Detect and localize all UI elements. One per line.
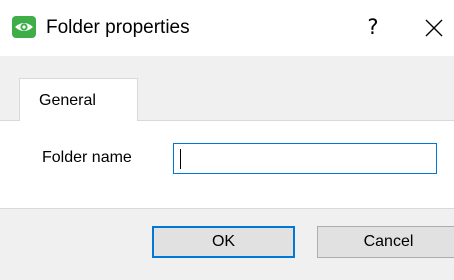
help-button[interactable]: ? <box>362 14 384 40</box>
folder-name-field[interactable] <box>173 143 437 174</box>
close-button[interactable] <box>422 16 446 40</box>
window-title: Folder properties <box>46 17 190 38</box>
title-bar: Folder properties ? <box>0 0 454 56</box>
ok-button[interactable]: OK <box>152 226 295 258</box>
folder-name-label: Folder name <box>42 149 132 166</box>
help-label: ? <box>367 15 379 39</box>
tab-general[interactable]: General <box>19 78 138 121</box>
cancel-button[interactable]: Cancel <box>317 226 454 258</box>
close-icon <box>425 19 443 37</box>
text-caret <box>180 149 181 169</box>
eye-icon <box>12 16 36 38</box>
tab-general-label: General <box>39 92 96 109</box>
